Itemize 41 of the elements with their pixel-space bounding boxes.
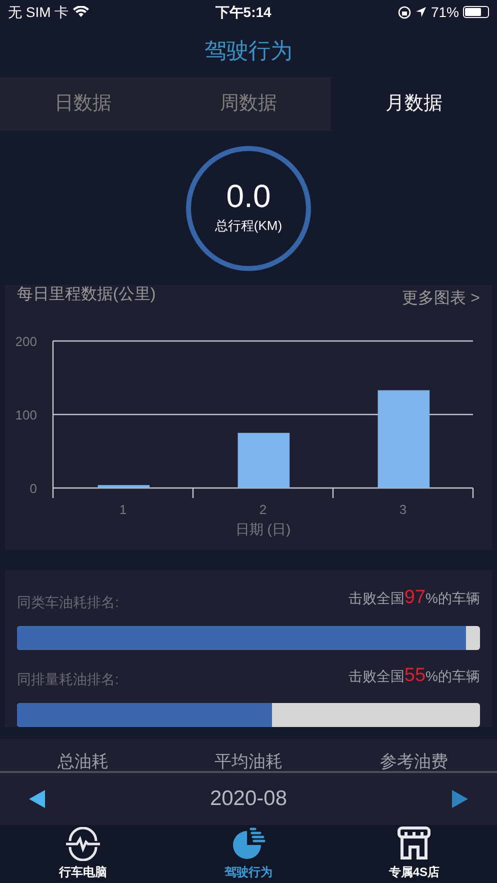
period-tab[interactable]: 周数据 (166, 77, 332, 131)
fuel-column-heading: 总油耗 (56, 753, 110, 771)
location-arrow-icon (414, 6, 427, 18)
y-tick-label: 100 (15, 408, 37, 422)
mileage-bar (98, 485, 150, 488)
next-month-button[interactable] (450, 789, 469, 809)
fuel-column-heading: 平均油耗 (214, 753, 284, 771)
card-title: 每日里程数据(公里) (17, 285, 156, 305)
x-tick-label: 3 (399, 502, 407, 517)
more-charts-link[interactable]: 更多图表 > (402, 287, 480, 307)
clock-text: 下午5:14 (215, 2, 272, 22)
bottom-nav-tab[interactable]: 驾驶行为 (166, 825, 332, 883)
total-distance-value: 0.0 (226, 180, 271, 212)
ranking-result: 击败全国97%的车辆 (348, 586, 480, 610)
page-title: 驾驶行为 (204, 36, 292, 64)
carrier-text: 无 SIM 卡 (8, 2, 69, 22)
ranking-result: 击败全国55%的车辆 (348, 664, 480, 688)
total-distance-label: 总行程(KM) (214, 217, 282, 236)
battery-icon (462, 6, 489, 18)
ranking-label: 同类车油耗排名: (17, 592, 119, 612)
previous-month-button[interactable] (28, 789, 46, 809)
storefront-icon (396, 825, 432, 861)
left-triangle-icon (28, 789, 46, 809)
ranking-label: 同排量耗油排名: (17, 670, 119, 689)
fuel-column-heading: 参考油费 (379, 753, 450, 771)
pie-chart-icon (230, 827, 266, 861)
bottom-nav-tab[interactable]: 专属4S店 (331, 825, 497, 883)
x-axis-title: 日期 (日) (235, 521, 291, 537)
month-date: 2020-08 (210, 786, 288, 812)
rotation-lock-icon (398, 6, 411, 18)
x-tick-label: 2 (259, 502, 267, 517)
y-tick-label: 200 (15, 334, 37, 349)
wifi-icon (72, 6, 89, 18)
mileage-bar (238, 432, 290, 488)
battery-percent: 71% (430, 2, 459, 22)
bottom-nav-tab[interactable]: 行车电脑 (0, 825, 166, 883)
period-tab[interactable]: 日数据 (0, 77, 166, 131)
gauge-pulse-icon (64, 827, 101, 861)
x-tick-label: 1 (119, 502, 127, 517)
right-triangle-icon (450, 789, 469, 809)
y-tick-label: 0 (30, 481, 37, 496)
